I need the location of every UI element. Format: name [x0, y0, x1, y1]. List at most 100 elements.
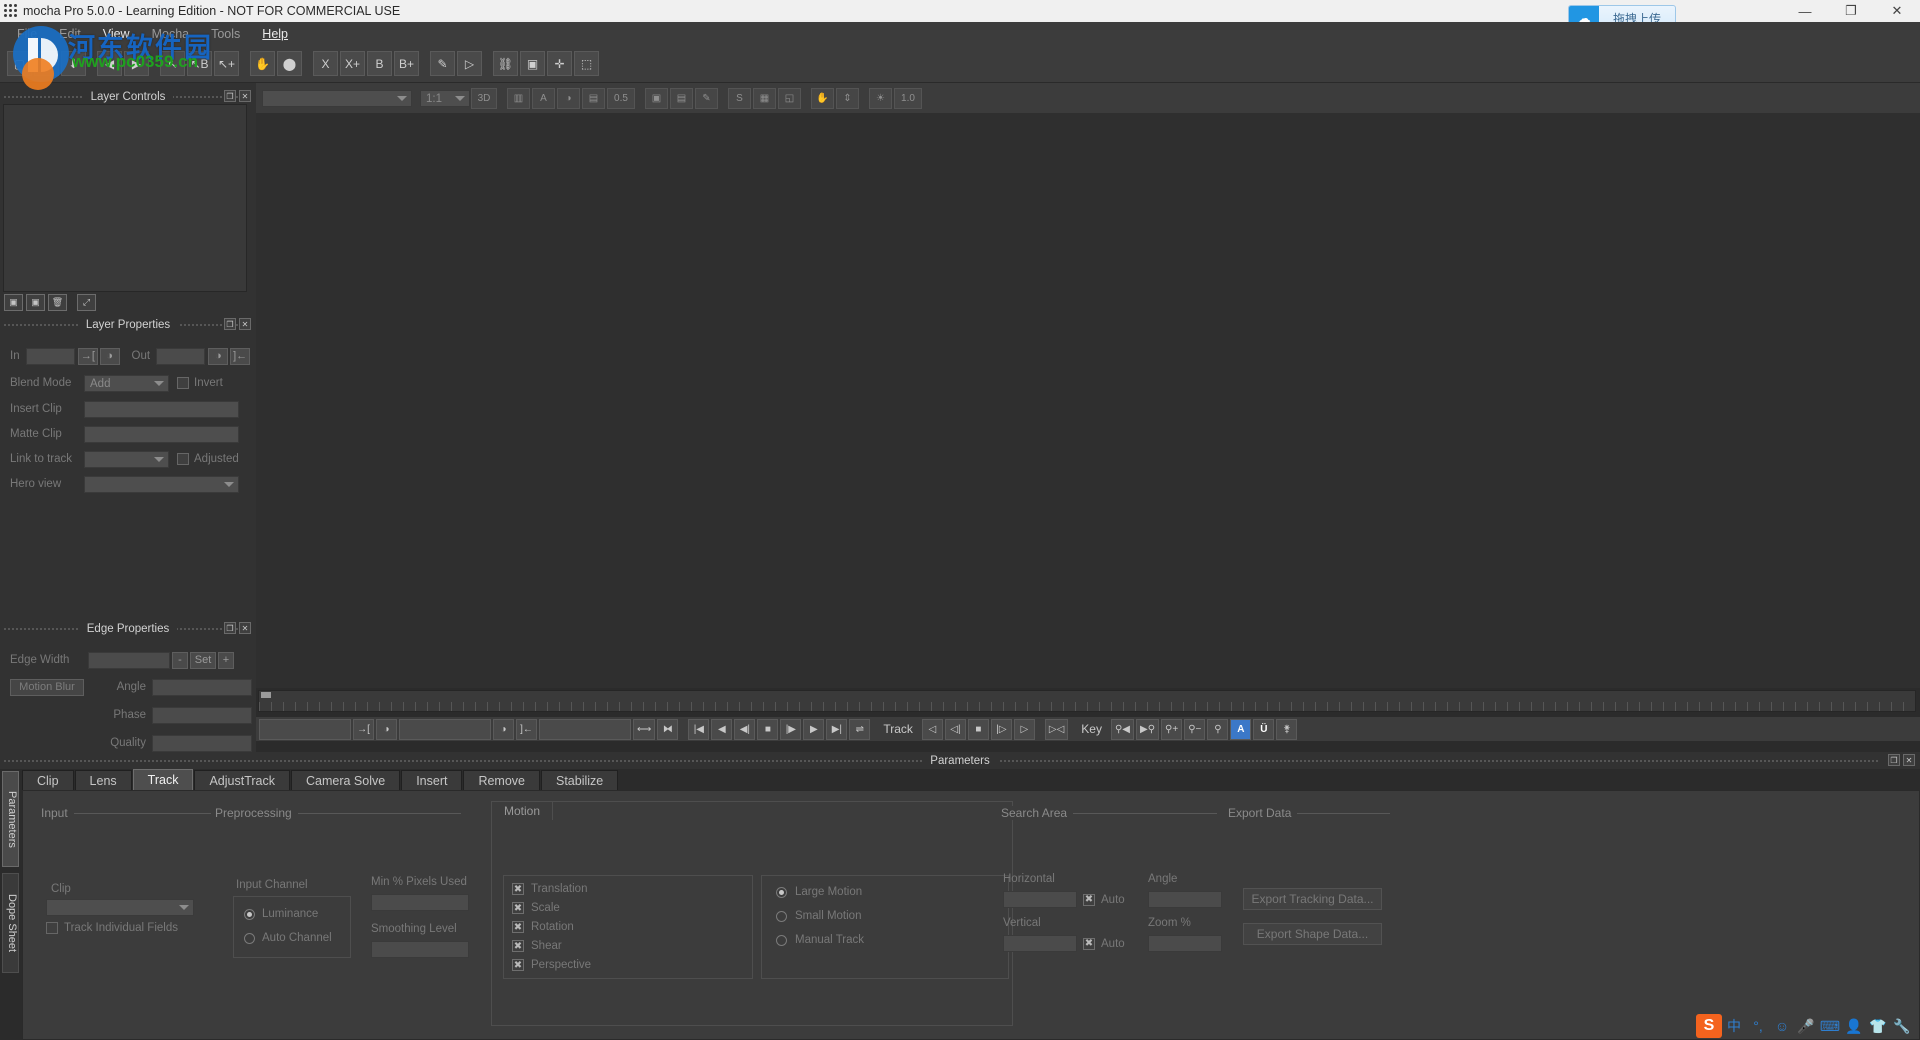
add-xspline-tool-icon[interactable]: ↖B: [187, 51, 212, 76]
loop-button[interactable]: ⇌: [849, 719, 870, 740]
redo-button[interactable]: ▶: [124, 51, 149, 76]
viewport-canvas[interactable]: [256, 113, 1920, 688]
small-motion-radio[interactable]: [776, 911, 787, 922]
large-motion-option[interactable]: Large Motion: [776, 886, 862, 898]
out-circle-icon[interactable]: ◑: [493, 719, 514, 740]
translation-row[interactable]: ✖ Translation: [512, 883, 587, 895]
brightness-toggle[interactable]: ☀: [869, 88, 892, 109]
stabilize-view-toggle[interactable]: ◱: [778, 88, 801, 109]
adjusted-checkbox[interactable]: [177, 453, 189, 465]
motion-tab[interactable]: Motion: [491, 801, 553, 820]
track-individual-fields-checkbox[interactable]: [46, 922, 58, 934]
in-circle-icon[interactable]: ◑: [100, 348, 120, 365]
horizontal-field[interactable]: [1003, 891, 1077, 908]
vtab-dope-sheet[interactable]: Dope Sheet: [2, 873, 19, 973]
export-shape-data-button[interactable]: Export Shape Data...: [1243, 923, 1382, 945]
new-project-button[interactable]: ▢: [7, 51, 32, 76]
menu-item-mocha[interactable]: Mocha: [141, 24, 201, 44]
voice-input-icon[interactable]: 🎤: [1794, 1014, 1818, 1038]
close-button[interactable]: ✕: [1874, 0, 1920, 22]
viewport-clip-select[interactable]: [262, 90, 412, 107]
set-in-icon[interactable]: →[: [353, 719, 374, 740]
layer-controls-list[interactable]: [3, 104, 247, 292]
edge-width-minus-button[interactable]: -: [172, 652, 188, 669]
next-keyframe-button[interactable]: ▶⚲: [1136, 719, 1159, 740]
go-to-end-button[interactable]: ▶|: [826, 719, 847, 740]
zoom-tool-icon[interactable]: ⬤: [277, 51, 302, 76]
show-planar-grid-icon[interactable]: ✛: [547, 51, 572, 76]
insert-clip-select[interactable]: [84, 401, 239, 418]
play-backward-button[interactable]: ◀: [711, 719, 732, 740]
set-out-icon[interactable]: ]←: [230, 348, 250, 365]
pan-tool-icon[interactable]: ✋: [250, 51, 275, 76]
punctuation-icon[interactable]: °,: [1746, 1014, 1770, 1038]
track-stop-button[interactable]: ■: [968, 719, 989, 740]
three-d-view-toggle[interactable]: 3D: [471, 88, 497, 109]
perspective-checkbox[interactable]: ✖: [512, 959, 524, 971]
soft-keyboard-icon[interactable]: ⌨: [1818, 1014, 1842, 1038]
float-icon[interactable]: ❐: [224, 622, 236, 634]
close-icon[interactable]: ✕: [239, 90, 251, 102]
add-point-tool-icon[interactable]: ↖+: [214, 51, 239, 76]
blend-mode-select[interactable]: Add: [84, 375, 169, 392]
hero-view-select[interactable]: [84, 476, 239, 493]
matte-overlay-toggle[interactable]: ◑: [557, 88, 580, 109]
trash-overlay-toggle[interactable]: ▤: [582, 88, 605, 109]
in-circle-icon[interactable]: ◑: [376, 719, 397, 740]
track-bidirectional-button[interactable]: ▷◁: [1045, 719, 1068, 740]
auto-channel-radio[interactable]: [244, 933, 255, 944]
edge-width-set-button[interactable]: Set: [190, 652, 216, 669]
vtab-parameters[interactable]: Parameters: [2, 771, 19, 867]
go-to-start-button[interactable]: |◀: [688, 719, 709, 740]
export-tracking-data-button[interactable]: Export Tracking Data...: [1243, 888, 1382, 910]
close-icon[interactable]: ✕: [239, 622, 251, 634]
matte-clip-select[interactable]: [84, 426, 239, 443]
create-xspline-tool-icon[interactable]: X: [313, 51, 338, 76]
menu-item-view[interactable]: View: [92, 24, 141, 44]
save-project-button[interactable]: ⬇: [61, 51, 86, 76]
edge-width-plus-button[interactable]: +: [218, 652, 234, 669]
freehand-tool-icon[interactable]: ▷: [457, 51, 482, 76]
tab-track[interactable]: Track: [133, 769, 194, 790]
luminance-option[interactable]: Luminance: [244, 908, 318, 920]
select-all-tool-icon[interactable]: ⬚: [574, 51, 599, 76]
shear-row[interactable]: ✖ Shear: [512, 940, 562, 952]
previous-keyframe-button[interactable]: ⚲◀: [1111, 719, 1134, 740]
delete-keyframe-button[interactable]: ⚲−: [1184, 719, 1205, 740]
magnetic-spline-tool-icon[interactable]: ✎: [430, 51, 455, 76]
out-field[interactable]: [156, 348, 205, 365]
manual-track-option[interactable]: Manual Track: [776, 934, 864, 946]
emoji-icon[interactable]: ☺: [1770, 1014, 1794, 1038]
track-backward-button[interactable]: ◁: [922, 719, 943, 740]
split-view-toggle[interactable]: ▥: [507, 88, 530, 109]
opacity-value-field[interactable]: 0.5: [607, 88, 635, 109]
tab-lens[interactable]: Lens: [75, 770, 132, 790]
alpha-channel-toggle[interactable]: A: [532, 88, 555, 109]
perspective-row[interactable]: ✖ Perspective: [512, 959, 591, 971]
skin-icon[interactable]: 👕: [1866, 1014, 1890, 1038]
add-xspline-point-tool-icon[interactable]: X+: [340, 51, 365, 76]
sogou-ime-icon[interactable]: S: [1696, 1014, 1722, 1038]
update-keyframe-button[interactable]: Ü: [1253, 719, 1274, 740]
in-field[interactable]: [26, 348, 75, 365]
show-image-toggle[interactable]: ▣: [645, 88, 668, 109]
large-motion-radio[interactable]: [776, 887, 787, 898]
open-project-button[interactable]: 📂: [34, 51, 59, 76]
current-frame-field[interactable]: [399, 719, 491, 740]
close-icon[interactable]: ✕: [239, 318, 251, 330]
set-in-icon[interactable]: →[: [78, 348, 98, 365]
track-forward-one-button[interactable]: |▷: [991, 719, 1012, 740]
in-point-field[interactable]: [259, 719, 351, 740]
menu-item-help[interactable]: Help: [251, 24, 299, 44]
timeline-ruler[interactable]: [258, 690, 1916, 712]
keyframe-options-button[interactable]: ⚵: [1276, 719, 1297, 740]
scale-checkbox[interactable]: ✖: [512, 902, 524, 914]
show-tracking-spline-toggle[interactable]: ✎: [695, 88, 718, 109]
manual-track-radio[interactable]: [776, 935, 787, 946]
maximize-button[interactable]: ❐: [1828, 0, 1874, 22]
chinese-mode-icon[interactable]: 中: [1722, 1014, 1746, 1038]
phase-field[interactable]: [152, 707, 252, 724]
track-forward-button[interactable]: ▷: [1014, 719, 1035, 740]
menu-item-tools[interactable]: Tools: [200, 24, 251, 44]
delete-layer-button[interactable]: 🗑: [48, 294, 67, 311]
